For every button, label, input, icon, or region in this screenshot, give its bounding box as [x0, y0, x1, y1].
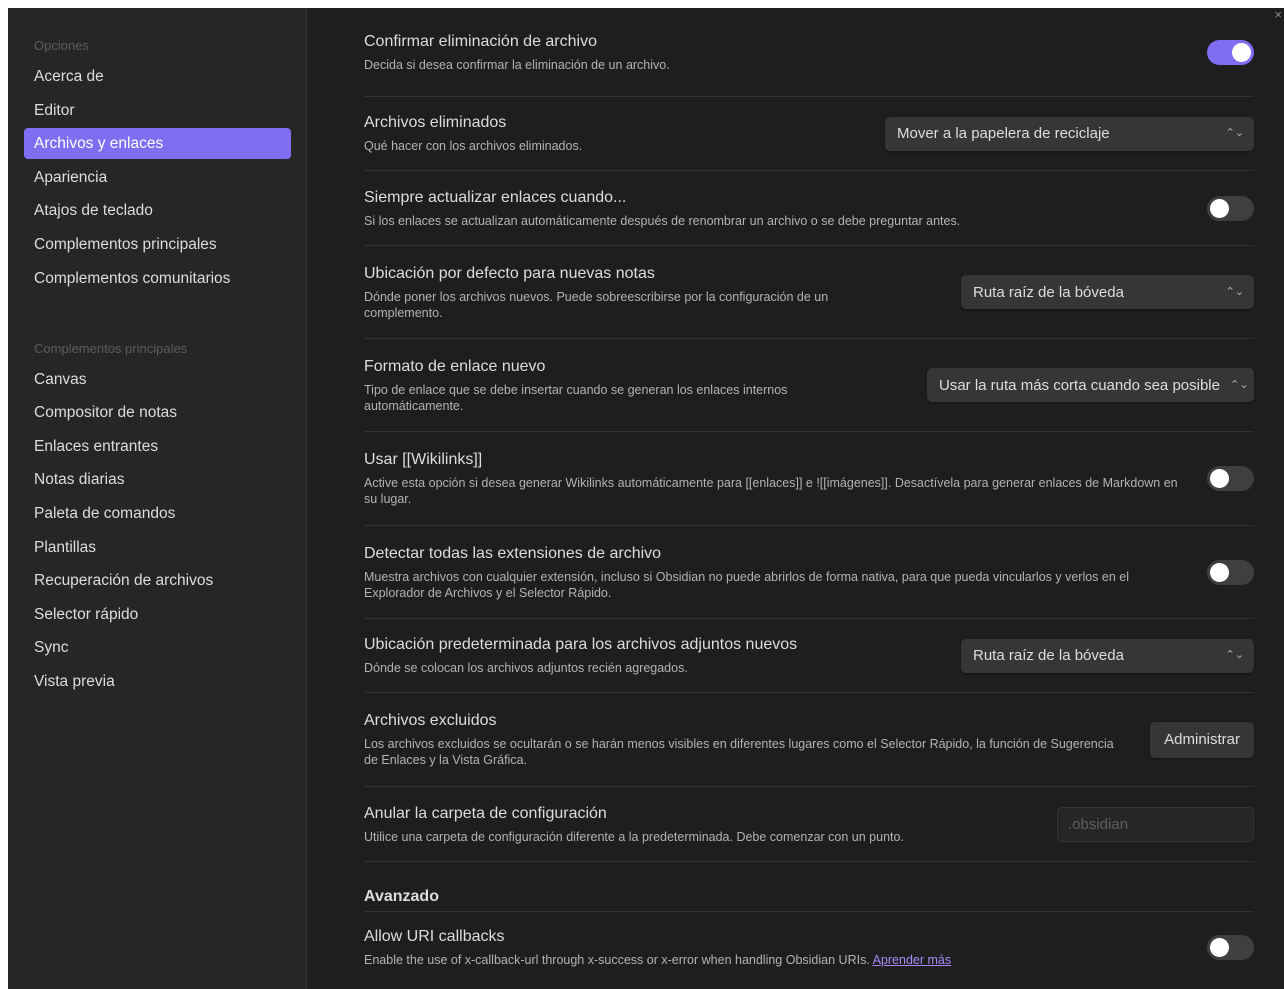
- setting-name: Ubicación por defecto para nuevas notas: [364, 264, 655, 282]
- setting-deleted-files: Archivos eliminados Qué hacer con los ar…: [364, 97, 1254, 171]
- sidebar-item-paleta-de-comandos[interactable]: Paleta de comandos: [24, 498, 291, 529]
- sidebar-heading-options: Opciones: [34, 38, 89, 53]
- dropdown-value: Ruta raíz de la bóveda: [973, 283, 1124, 301]
- sidebar-item-vista-previa[interactable]: Vista previa: [24, 666, 291, 697]
- setting-description: Enable the use of x-callback-url through…: [364, 952, 1183, 968]
- sidebar-item-editor[interactable]: Editor: [24, 95, 291, 126]
- sidebar-item-enlaces-entrantes[interactable]: Enlaces entrantes: [24, 431, 291, 462]
- sidebar-item-compositor-de-notas[interactable]: Compositor de notas: [24, 397, 291, 428]
- setting-name: Ubicación predeterminada para los archiv…: [364, 636, 798, 653]
- sidebar-item-apariencia[interactable]: Apariencia: [24, 162, 291, 193]
- setting-description: Muestra archivos con cualquier extensión…: [364, 569, 1130, 600]
- setting-description: Dónde se colocan los archivos adjuntos r…: [364, 661, 688, 675]
- sidebar-item-acerca-de[interactable]: Acerca de: [24, 61, 291, 92]
- sidebar-item-canvas[interactable]: Canvas: [24, 364, 291, 395]
- toggle-knob: [1232, 42, 1251, 62]
- learn-more-link[interactable]: Aprender más: [873, 953, 952, 967]
- sidebar-item-recuperacion-de-archivos[interactable]: Recuperación de archivos: [24, 565, 291, 596]
- dropdown-value: Ruta raíz de la bóveda: [973, 647, 1124, 664]
- new-link-format-dropdown[interactable]: Usar la ruta más corta cuando sea posibl…: [927, 368, 1254, 402]
- dropdown-value: Mover a la papelera de reciclaje: [897, 125, 1110, 142]
- setting-excluded-files: Archivos excluidos Los archivos excluido…: [364, 693, 1254, 787]
- dropdown-value: Usar la ruta más corta cuando sea posibl…: [939, 376, 1220, 394]
- sidebar-item-selector-rapido[interactable]: Selector rápido: [24, 599, 291, 630]
- setting-name: Confirmar eliminación de archivo: [364, 32, 597, 50]
- toggle-knob: [1210, 937, 1229, 957]
- setting-description: Si los enlaces se actualizan automáticam…: [364, 213, 961, 228]
- config-folder-input[interactable]: [1057, 806, 1254, 842]
- setting-description-text: Enable the use of x-callback-url through…: [364, 952, 870, 967]
- chevron-up-down-icon: ⌃⌄: [1225, 649, 1244, 661]
- settings-sidebar: Opciones Acerca de Editor Archivos y enl…: [8, 8, 307, 989]
- toggle-knob: [1210, 198, 1229, 218]
- sidebar-item-notas-diarias[interactable]: Notas diarias: [24, 464, 291, 495]
- setting-description: Utilice una carpeta de configuración dif…: [364, 829, 904, 844]
- confirm-delete-toggle[interactable]: [1207, 39, 1254, 65]
- deleted-files-dropdown[interactable]: Mover a la papelera de reciclaje ⌃⌄: [885, 116, 1254, 151]
- setting-name: Siempre actualizar enlaces cuando...: [364, 188, 627, 206]
- setting-name: Anular la carpeta de configuración: [364, 804, 607, 822]
- setting-description: Dónde poner los archivos nuevos. Puede s…: [364, 289, 829, 320]
- sidebar-item-complementos-comunitarios[interactable]: Complementos comunitarios: [24, 263, 291, 294]
- setting-description: Qué hacer con los archivos eliminados.: [364, 139, 583, 153]
- setting-new-note-location: Ubicación por defecto para nuevas notas …: [364, 246, 1254, 339]
- uri-callbacks-toggle[interactable]: [1207, 934, 1254, 960]
- advanced-section-heading: Avanzado: [364, 862, 1254, 912]
- setting-description: Decida si desea confirmar la eliminación…: [364, 57, 670, 72]
- sidebar-item-sync[interactable]: Sync: [24, 632, 291, 663]
- always-update-links-toggle[interactable]: [1207, 195, 1254, 221]
- setting-description: Active esta opción si desea generar Wiki…: [364, 476, 1178, 506]
- setting-name: Archivos eliminados: [364, 114, 507, 131]
- detect-extensions-toggle[interactable]: [1207, 559, 1254, 585]
- setting-attachment-location: Ubicación predeterminada para los archiv…: [364, 619, 1254, 693]
- setting-description: Los archivos excluidos se ocultarán o se…: [364, 737, 1114, 767]
- setting-wikilinks: Usar [[Wikilinks]] Active esta opción si…: [364, 432, 1254, 526]
- toggle-knob: [1210, 562, 1229, 582]
- setting-name: Usar [[Wikilinks]]: [364, 451, 483, 468]
- toggle-knob: [1210, 469, 1229, 488]
- settings-window: Opciones Acerca de Editor Archivos y enl…: [8, 8, 1284, 989]
- new-note-location-dropdown[interactable]: Ruta raíz de la bóveda ⌃⌄: [961, 275, 1254, 309]
- sidebar-item-archivos-y-enlaces[interactable]: Archivos y enlaces: [24, 128, 291, 160]
- settings-content: Confirmar eliminación de archivo Decida …: [307, 8, 1284, 989]
- close-icon[interactable]: ×: [1274, 8, 1282, 21]
- chevron-up-down-icon: ⌃⌄: [1225, 127, 1244, 139]
- attachment-location-dropdown[interactable]: Ruta raíz de la bóveda ⌃⌄: [961, 638, 1254, 673]
- chevron-up-down-icon: ⌃⌄: [1229, 378, 1249, 391]
- setting-new-link-format: Formato de enlace nuevo Tipo de enlace q…: [364, 339, 1254, 432]
- setting-uri-callbacks: Allow URI callbacks Enable the use of x-…: [364, 912, 1254, 982]
- setting-detect-extensions: Detectar todas las extensiones de archiv…: [364, 526, 1254, 619]
- sidebar-item-complementos-principales[interactable]: Complementos principales: [24, 229, 291, 260]
- setting-name: Allow URI callbacks: [364, 927, 505, 945]
- manage-excluded-button[interactable]: Administrar: [1150, 721, 1254, 758]
- setting-config-folder: Anular la carpeta de configuración Utili…: [364, 787, 1254, 862]
- setting-name: Detectar todas las extensiones de archiv…: [364, 544, 662, 562]
- sidebar-item-atajos-de-teclado[interactable]: Atajos de teclado: [24, 195, 291, 226]
- chevron-up-down-icon: ⌃⌄: [1225, 285, 1244, 298]
- setting-confirm-delete: Confirmar eliminación de archivo Decida …: [364, 8, 1254, 97]
- sidebar-item-plantillas[interactable]: Plantillas: [24, 532, 291, 563]
- setting-name: Archivos excluidos: [364, 712, 497, 729]
- setting-description: Tipo de enlace que se debe insertar cuan…: [364, 382, 788, 413]
- setting-name: Formato de enlace nuevo: [364, 357, 546, 375]
- wikilinks-toggle[interactable]: [1207, 466, 1254, 491]
- setting-always-update-links: Siempre actualizar enlaces cuando... Si …: [364, 171, 1254, 246]
- sidebar-heading-plugins: Complementos principales: [34, 340, 188, 356]
